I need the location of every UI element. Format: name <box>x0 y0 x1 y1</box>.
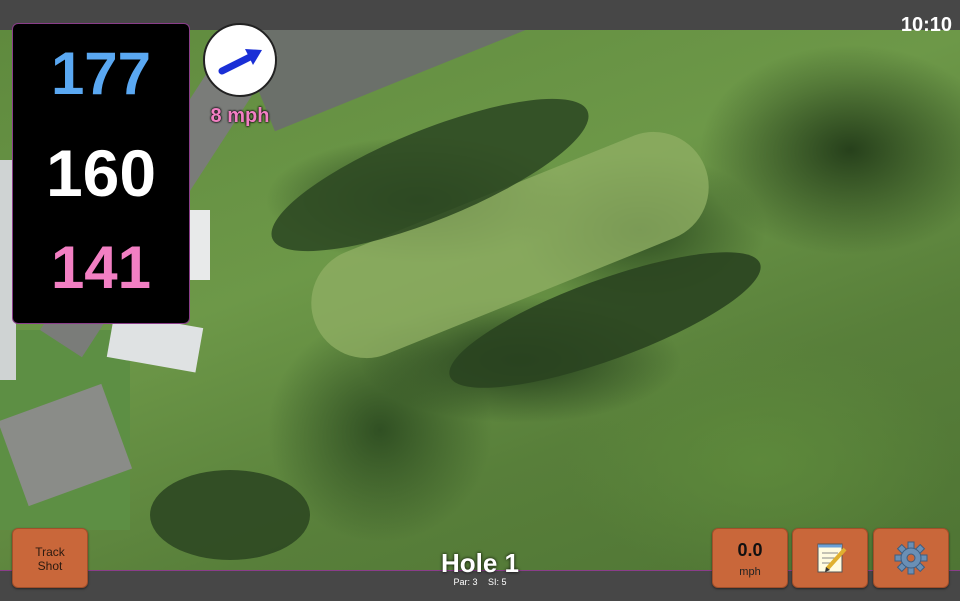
map-tree-cluster <box>150 470 310 560</box>
hole-info: Par: 3 SI: 5 <box>380 577 580 587</box>
distance-panel: 177 160 141 <box>12 23 190 324</box>
speed-value: 0.0 <box>737 540 763 560</box>
speed-button[interactable]: 0.0 mph <box>712 528 788 588</box>
wind-arrow-icon <box>218 49 262 75</box>
front-distance: 141 <box>50 234 152 301</box>
back-distance: 177 <box>50 40 152 107</box>
track-shot-button[interactable]: Track Shot <box>12 528 88 588</box>
notepad-icon <box>817 543 847 573</box>
clock: 10:10 <box>900 14 952 36</box>
hole-par: Par: 3 <box>453 577 478 587</box>
middle-distance: 160 <box>45 136 157 210</box>
hole-stroke-index: SI: 5 <box>488 577 507 587</box>
wind-speed: 8 mph <box>210 105 270 127</box>
notes-button[interactable] <box>792 528 868 588</box>
hole-title: Hole 1 <box>440 548 520 578</box>
track-shot-label: Track Shot <box>35 545 65 573</box>
gear-icon <box>894 541 928 575</box>
settings-button[interactable] <box>873 528 949 588</box>
speed-unit: mph <box>739 566 761 578</box>
wind-indicator <box>203 23 277 97</box>
